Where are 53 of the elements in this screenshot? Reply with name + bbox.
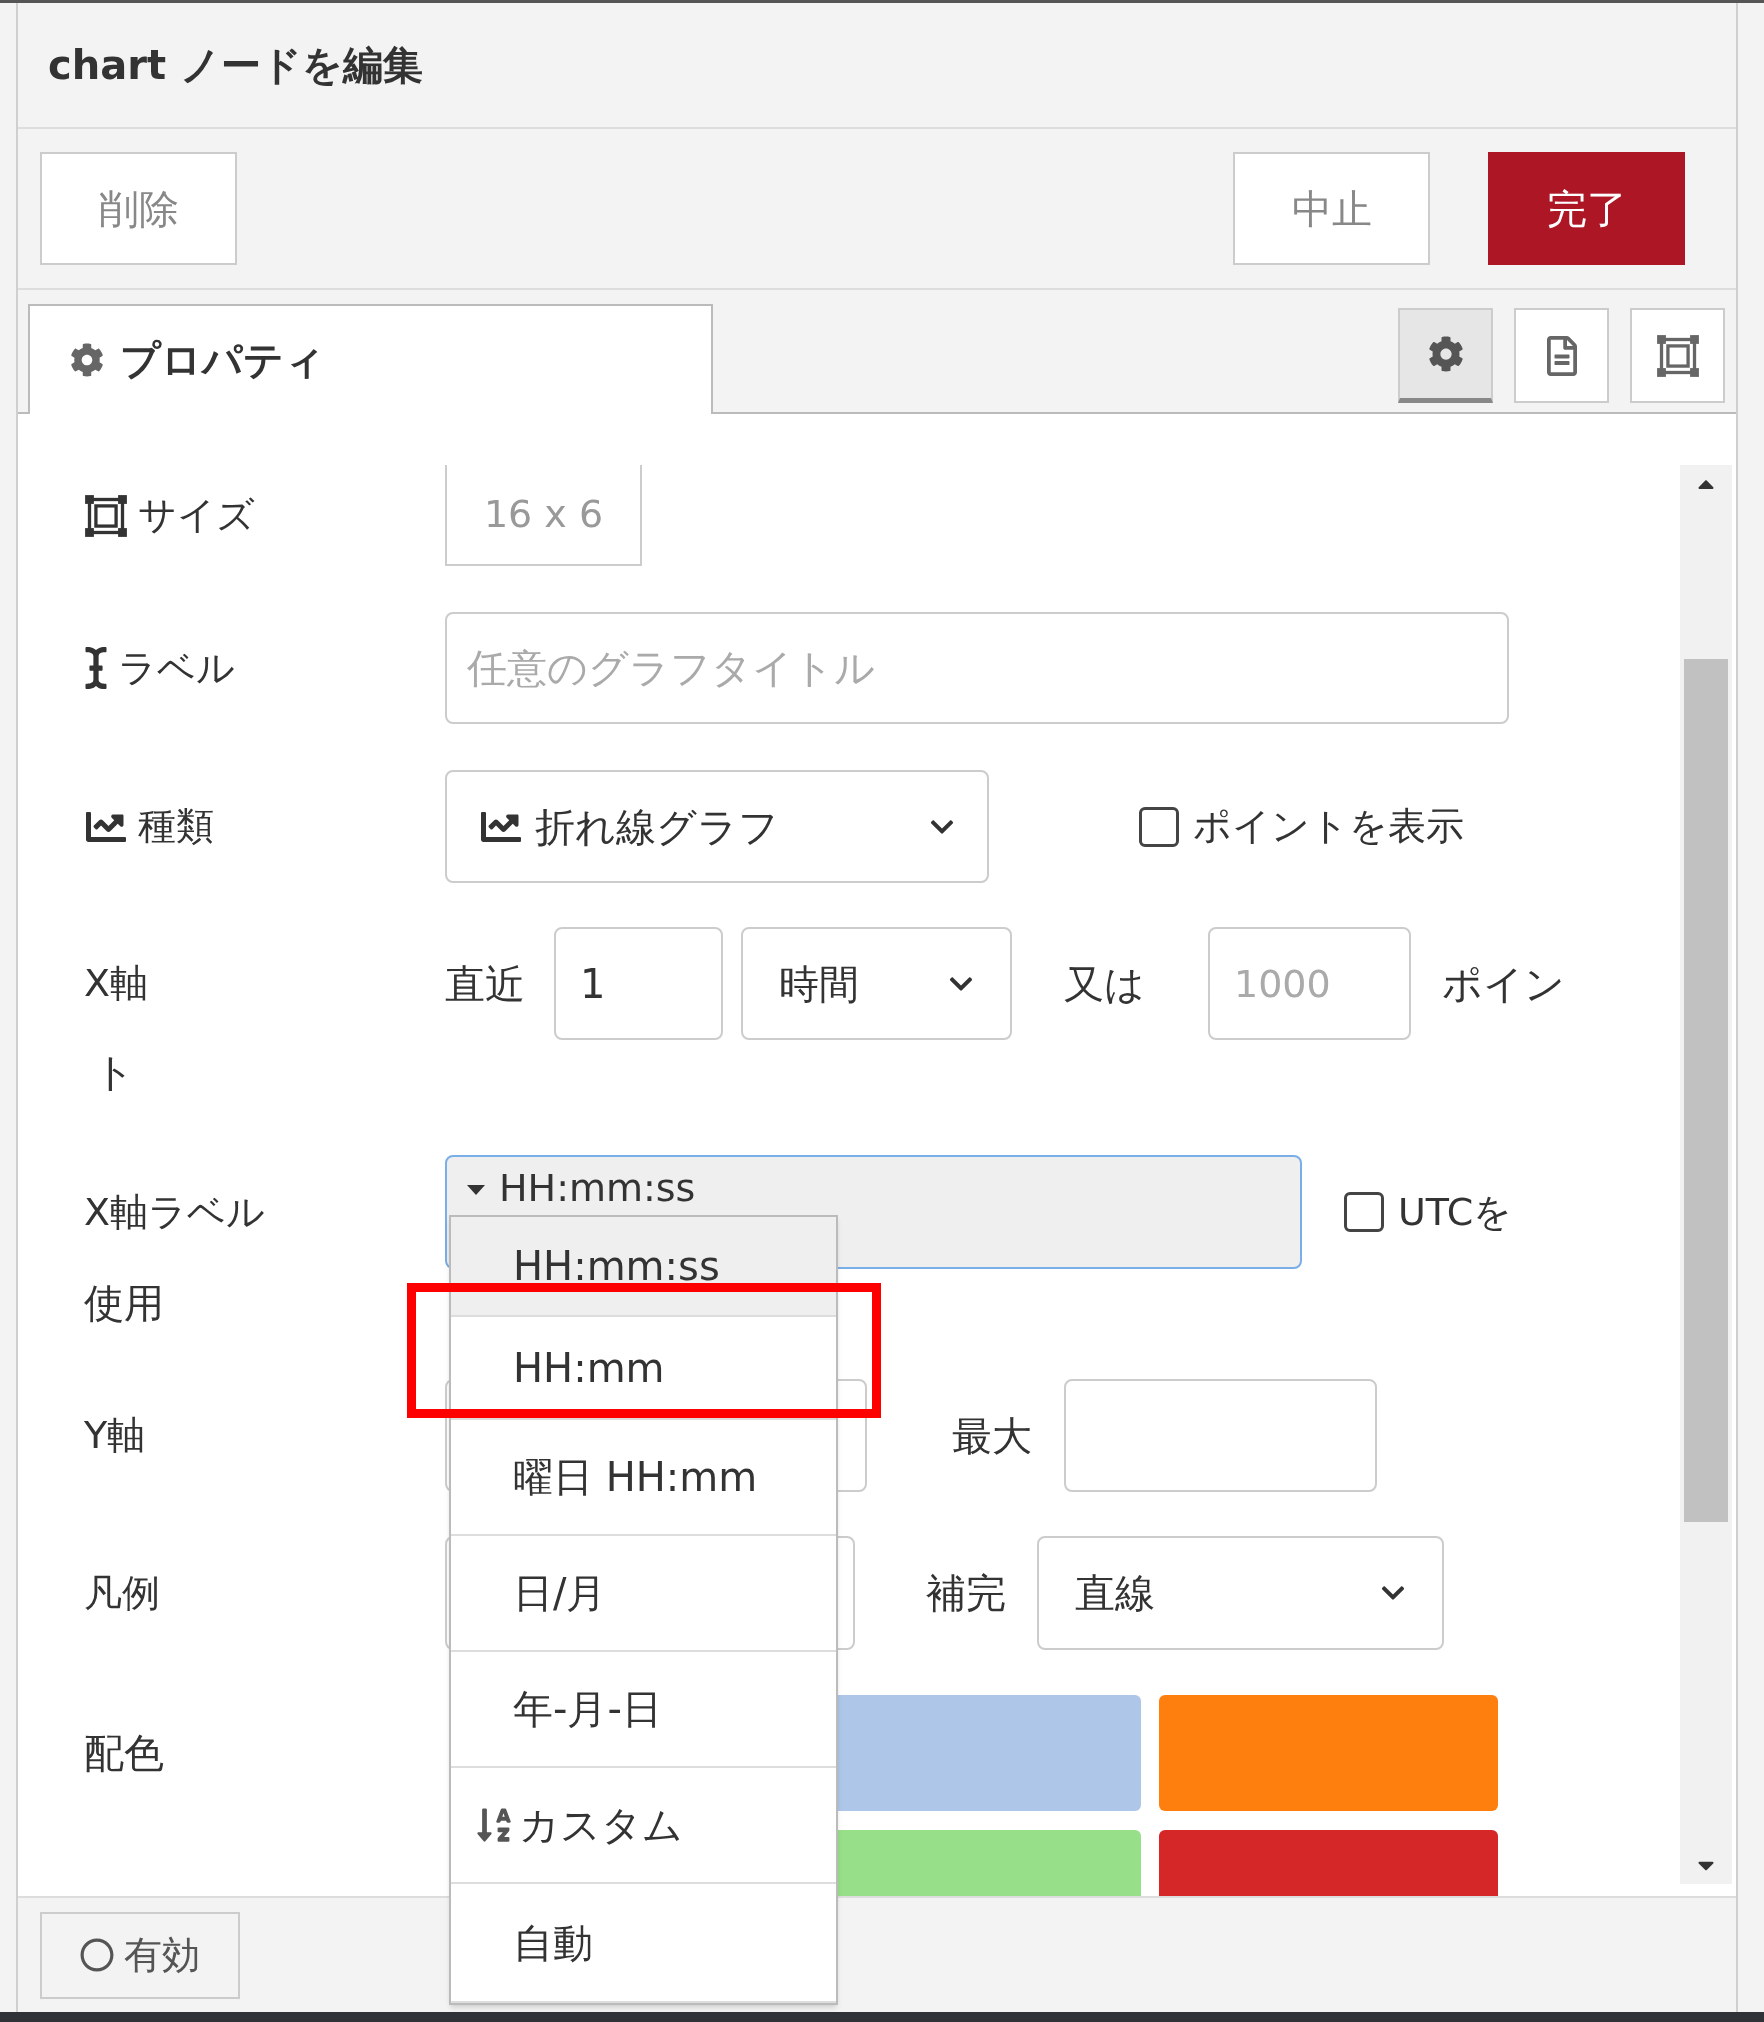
interpolate-label: 補完 — [926, 1569, 1007, 1618]
caret-icon — [467, 1185, 485, 1195]
dialog-title: chart ノードを編集 — [48, 41, 423, 90]
done-button[interactable]: 完了 — [1488, 152, 1685, 265]
duration-input[interactable]: 1 — [554, 927, 723, 1040]
side-tab[interactable] — [1630, 308, 1725, 403]
document-icon — [1544, 335, 1579, 376]
use-label: 使用 — [84, 1279, 164, 1328]
properties-tab[interactable]: プロパティ — [28, 304, 713, 414]
settings-icon — [1427, 336, 1464, 372]
unit-select[interactable]: 時間 — [741, 927, 1012, 1040]
color-swatch[interactable] — [1159, 1695, 1498, 1811]
x-axis-label-label: X軸ラベル — [84, 1188, 266, 1236]
size-label: サイズ — [138, 492, 255, 539]
dropdown-option[interactable]: 年-月-日 — [451, 1652, 836, 1768]
type-label: 種類 — [138, 803, 214, 850]
scrollbar-thumb[interactable] — [1684, 659, 1728, 1522]
dropdown-option[interactable]: HH:mm:ss — [451, 1217, 836, 1317]
side-tab[interactable] — [1514, 308, 1609, 403]
checkbox[interactable] — [1344, 1192, 1384, 1232]
frame-icon — [1655, 333, 1700, 378]
points-label-wrap: ト — [93, 1048, 135, 1097]
dropdown-option[interactable]: HH:mm — [451, 1317, 836, 1420]
max-label: 最大 — [952, 1411, 1033, 1461]
dropdown-option[interactable]: 日/月 — [451, 1536, 836, 1652]
settings-icon — [70, 343, 104, 377]
frame-icon — [84, 493, 128, 538]
show-points-label: ポイントを表示 — [1193, 803, 1464, 850]
dropdown-option[interactable]: 自動 — [451, 1884, 836, 2003]
legend-label: 凡例 — [84, 1569, 160, 1617]
side-tab[interactable] — [1398, 308, 1493, 403]
max-input[interactable] — [1064, 1379, 1377, 1492]
label-input[interactable]: 任意のグラフタイトル — [445, 612, 1509, 724]
interpolate-select[interactable]: 直線 — [1037, 1536, 1444, 1650]
or-label: 又は — [1064, 959, 1146, 1009]
text-cursor-icon — [84, 647, 108, 689]
dropdown-option[interactable]: 曜日 HH:mm — [451, 1420, 836, 1536]
delete-button[interactable]: 削除 — [40, 152, 237, 265]
sort-alpha-icon — [477, 1806, 511, 1844]
points-input[interactable]: 1000 — [1208, 927, 1411, 1040]
y-axis-label: Y軸 — [84, 1412, 146, 1459]
colors-label: 配色 — [84, 1729, 164, 1778]
enabled-toggle[interactable]: 有効 — [40, 1911, 240, 1999]
points-label: ポイン — [1442, 959, 1565, 1009]
last-label: 直近 — [445, 959, 526, 1009]
chart-type-select[interactable]: 折れ線グラフ — [445, 770, 989, 883]
utc-label: UTCを — [1398, 1188, 1513, 1236]
scrollbar[interactable] — [1680, 465, 1732, 1884]
checkbox[interactable] — [1139, 806, 1179, 847]
cancel-button[interactable]: 中止 — [1233, 152, 1430, 265]
label-label: ラベル — [118, 644, 235, 692]
dropdown-option[interactable]: カスタム — [451, 1768, 836, 1884]
x-axis-label: X軸 — [84, 960, 149, 1007]
